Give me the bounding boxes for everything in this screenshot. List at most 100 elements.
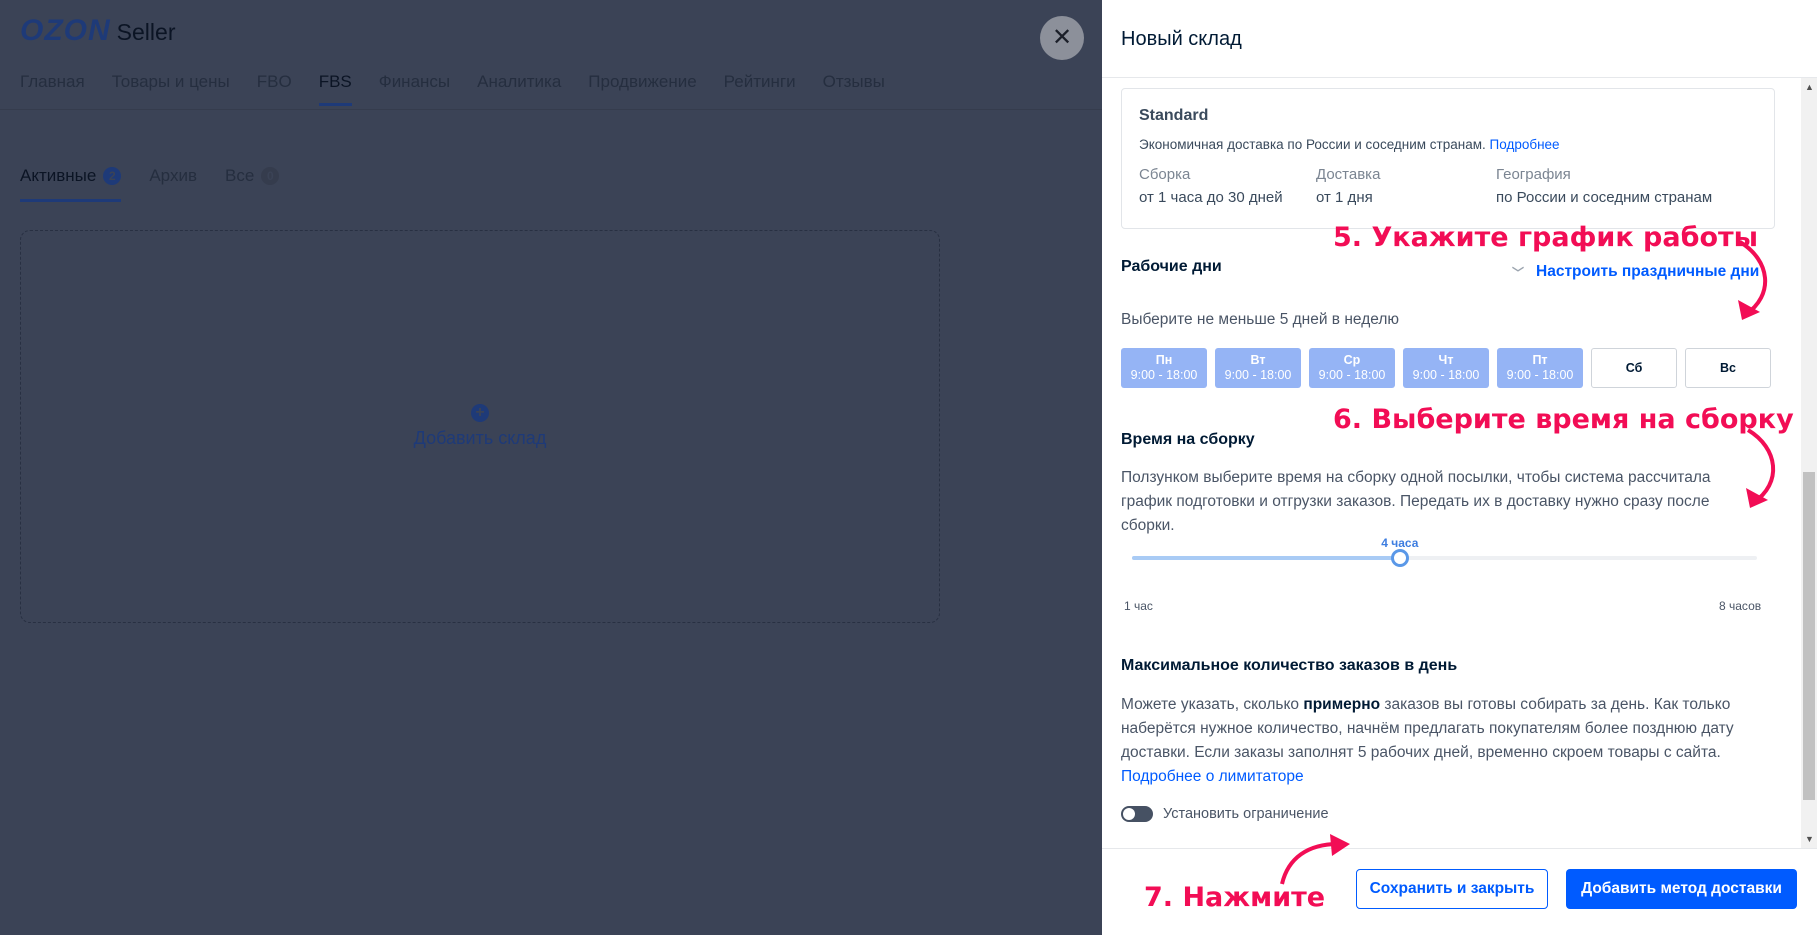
day-name: Пт [1532, 353, 1548, 367]
tab-active[interactable]: Активные 2 [20, 166, 122, 202]
annotation-step-6: 6. Выберите время на сборку [1333, 404, 1794, 435]
std-col-key: Доставка [1316, 166, 1381, 183]
save-and-close-button[interactable]: Сохранить и закрыть [1356, 869, 1548, 909]
logo-product: Seller [116, 19, 176, 45]
assembly-time-slider[interactable] [1132, 549, 1757, 567]
add-warehouse-area[interactable]: + Добавить склад [20, 230, 940, 623]
day-button-wed[interactable]: Ср 9:00 - 18:00 [1309, 348, 1395, 388]
add-delivery-method-button[interactable]: Добавить метод доставки [1566, 869, 1797, 909]
scroll-up-icon[interactable]: ▲ [1805, 82, 1814, 92]
day-hours: 9:00 - 18:00 [1318, 368, 1386, 382]
day-button-tue[interactable]: Вт 9:00 - 18:00 [1215, 348, 1301, 388]
assembly-time-description: Ползунком выберите время на сборку одной… [1121, 466, 1710, 538]
top-navigation: Главная Товары и цены FBO FBS Финансы Ан… [20, 72, 885, 106]
assembly-time-title: Время на сборку [1121, 431, 1255, 448]
desc-text: заказов вы готовы собирать за день. Как … [1380, 696, 1731, 713]
nav-item-finance[interactable]: Финансы [379, 72, 450, 106]
tab-label: Активные [20, 166, 97, 185]
nav-item-products[interactable]: Товары и цены [112, 72, 230, 106]
logo-brand: OZON [20, 14, 111, 47]
limit-toggle[interactable]: Установить ограничение [1121, 806, 1329, 822]
arrow-head [1330, 834, 1350, 856]
standard-title: Standard [1139, 107, 1209, 124]
nav-item-promotion[interactable]: Продвижение [588, 72, 696, 106]
day-name: Сб [1625, 360, 1643, 375]
day-button-thu[interactable]: Чт 9:00 - 18:00 [1403, 348, 1489, 388]
max-orders-desc-line: Можете указать, сколько примерно заказов… [1121, 693, 1734, 717]
add-warehouse-label: Добавить склад [413, 428, 547, 448]
panel-title: Новый склад [1102, 0, 1817, 78]
assembly-desc-line: сборки. [1121, 517, 1175, 534]
new-warehouse-panel: Новый склад Standard Экономичная доставк… [1102, 0, 1817, 935]
desc-bold: примерно [1303, 696, 1381, 713]
std-col-value: от 1 дня [1316, 189, 1373, 206]
day-button-sat[interactable]: Сб [1591, 348, 1677, 388]
max-orders-desc-line: доставки. Если заказы заполнят 5 рабочих… [1121, 744, 1721, 761]
slider-value-label: 4 часа [1381, 536, 1419, 550]
std-col-key: География [1496, 166, 1571, 183]
std-col-value: по России и соседним странам [1496, 189, 1713, 206]
panel-scroll-area[interactable]: Standard Экономичная доставка по России … [1102, 78, 1801, 848]
chevron-down-icon: ﹀ [1512, 265, 1525, 280]
work-days-hint: Выберите не меньше 5 дней в неделю [1121, 311, 1400, 328]
scrollbar-thumb[interactable] [1803, 472, 1815, 800]
header-divider [0, 109, 1102, 110]
assembly-desc-line: Ползунком выберите время на сборку одной… [1121, 469, 1711, 486]
panel-scrollbar[interactable]: ▲ ▼ [1801, 78, 1817, 848]
ozon-seller-logo[interactable]: OZON Seller [20, 14, 175, 48]
holiday-link-label: Настроить праздничные дни [1536, 263, 1760, 280]
toggle-label: Установить ограничение [1163, 806, 1329, 822]
standard-info-columns: Сборка от 1 часа до 30 дней Доставка от … [1139, 166, 1757, 206]
limiter-more-link[interactable]: Подробнее о лимитаторе [1121, 765, 1734, 789]
standard-description-text: Экономичная доставка по России и соседни… [1139, 137, 1486, 152]
desc-text: Можете указать, сколько [1121, 696, 1304, 713]
standard-more-link[interactable]: Подробнее [1490, 137, 1560, 152]
annotation-arrow-5 [1738, 240, 1768, 320]
arrow-curve [1280, 842, 1339, 885]
work-days-title: Рабочие дни [1121, 258, 1222, 275]
day-button-fri[interactable]: Пт 9:00 - 18:00 [1497, 348, 1583, 388]
std-col-delivery: Доставка от 1 дня [1316, 166, 1496, 206]
max-orders-title: Максимальное количество заказов в день [1121, 657, 1458, 674]
day-name: Вт [1250, 353, 1266, 367]
tab-label: Все [224, 166, 255, 185]
day-hours: 9:00 - 18:00 [1412, 368, 1480, 382]
day-name: Вс [1720, 360, 1736, 375]
nav-item-analytics[interactable]: Аналитика [477, 72, 561, 106]
nav-item-fbs[interactable]: FBS [318, 72, 352, 106]
tab-all[interactable]: Все 0 [224, 166, 280, 202]
day-button-sun[interactable]: Вс [1685, 348, 1771, 388]
day-name: Чт [1438, 353, 1454, 367]
std-col-assembly: Сборка от 1 часа до 30 дней [1139, 166, 1316, 206]
holiday-settings-link[interactable]: ﹀ Настроить праздничные дни [1512, 263, 1759, 281]
slider-handle[interactable] [1390, 549, 1409, 567]
annotation-step-5: 5. Укажите график работы [1333, 222, 1759, 253]
annotation-arrow-7 [1280, 834, 1350, 885]
std-col-key: Сборка [1139, 166, 1191, 183]
toggle-switch[interactable] [1121, 806, 1153, 822]
tab-archive[interactable]: Архив [149, 166, 197, 202]
nav-item-ratings[interactable]: Рейтинги [724, 72, 796, 106]
standard-delivery-card: Standard Экономичная доставка по России … [1121, 88, 1775, 229]
slider-fill [1132, 556, 1400, 560]
tab-count-badge: 0 [261, 167, 280, 185]
close-icon: ✕ [1051, 24, 1073, 51]
day-name: Пн [1155, 353, 1173, 367]
weekday-selector: Пн 9:00 - 18:00 Вт 9:00 - 18:00 Ср 9:00 - 1… [1121, 348, 1771, 388]
slider-max-label: 8 часов [1719, 599, 1762, 613]
nav-item-main[interactable]: Главная [20, 72, 85, 106]
annotation-arrow-6 [1746, 428, 1776, 508]
std-col-value: от 1 часа до 30 дней [1139, 189, 1283, 206]
nav-item-reviews[interactable]: Отзывы [823, 72, 885, 106]
close-panel-button[interactable]: ✕ [1040, 16, 1084, 60]
day-hours: 9:00 - 18:00 [1506, 368, 1574, 382]
scroll-down-icon[interactable]: ▼ [1805, 834, 1814, 844]
max-orders-desc-line: наберётся нужное количество, начнём пред… [1121, 720, 1734, 737]
background-page: OZON Seller Главная Товары и цены FBO FB… [0, 0, 1102, 935]
max-orders-description: Можете указать, сколько примерно заказов… [1121, 693, 1734, 789]
std-col-geography: География по России и соседним странам [1496, 166, 1712, 206]
warehouse-tabs: Активные 2 Архив Все 0 [20, 166, 280, 202]
day-button-mon[interactable]: Пн 9:00 - 18:00 [1121, 348, 1207, 388]
nav-item-fbo[interactable]: FBO [257, 72, 292, 106]
plus-circle-icon: + [471, 404, 489, 422]
